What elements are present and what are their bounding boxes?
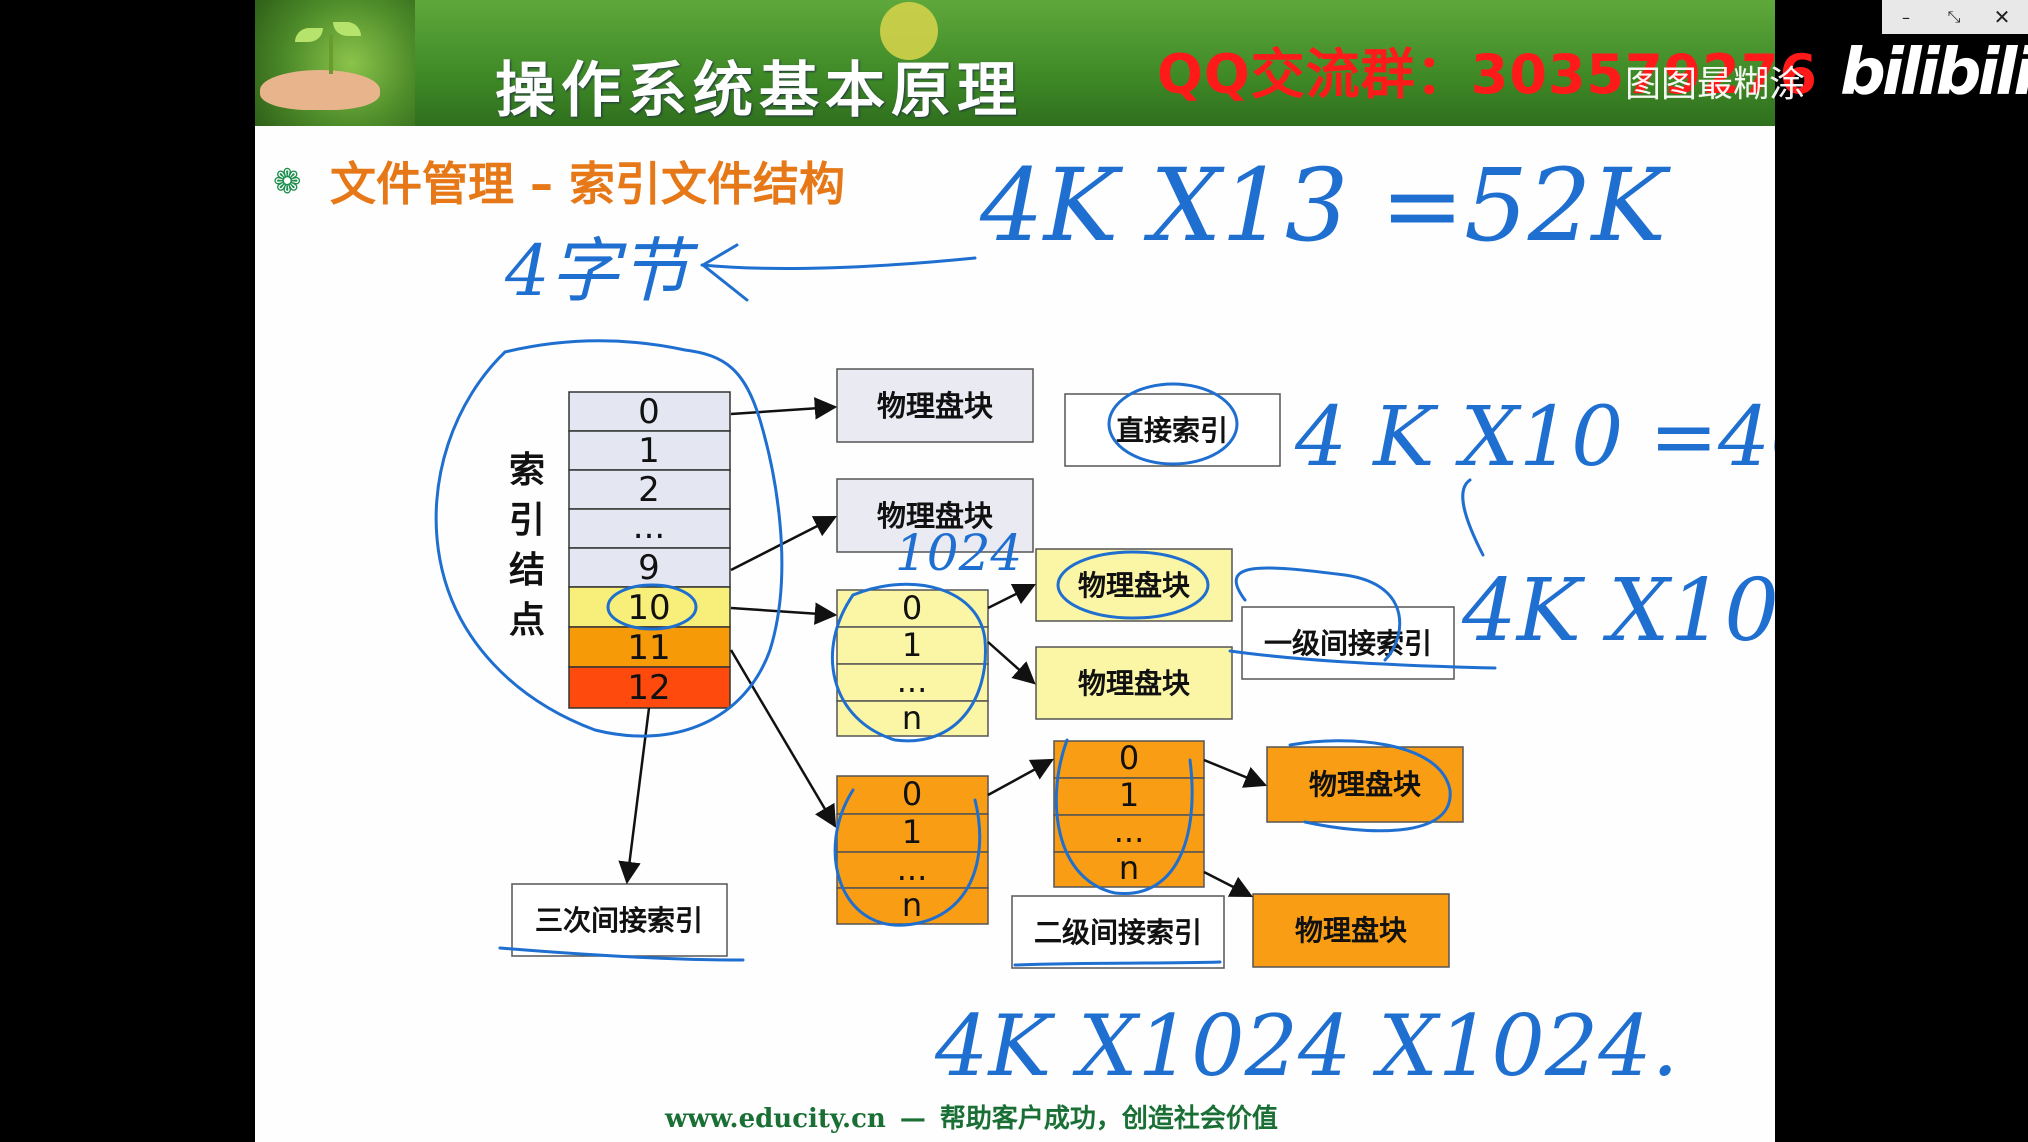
inode-label-char: 点 (509, 600, 545, 641)
arrow (729, 649, 837, 828)
inode-label: 索 引 结 点 (509, 450, 545, 641)
arrow (618, 707, 651, 885)
close-icon: ✕ (1993, 5, 2011, 29)
physical-block-level1-2: 物理盘块 (1035, 646, 1233, 720)
restore-button[interactable]: ⤡ (1930, 0, 1978, 34)
arrow (730, 602, 838, 625)
index-slot-label: ... (897, 662, 928, 700)
inode-label-char: 索 (509, 450, 545, 491)
index-slot-label: n (1119, 849, 1139, 887)
footer-slogan: 帮助客户成功，创造社会价值 (939, 1104, 1278, 1134)
uploader-watermark: 图图最糊涂 (1625, 64, 1806, 105)
inode-slot-label: ... (633, 507, 665, 547)
level2-index-label: 二级间接索引 (1034, 916, 1202, 949)
physical-block-label: 物理盘块 (1078, 569, 1190, 602)
ink-arrow-head (700, 243, 749, 302)
inode-label-char: 结 (509, 550, 545, 591)
arrow (987, 583, 1037, 610)
index-slot-label: 0 (902, 775, 922, 813)
direct-index-label: 直接索引 (1116, 414, 1228, 447)
inode-slot-label: 9 (638, 548, 660, 588)
index-structure-diagram: 索 引 结 点 0 1 2 ... 9 10 11 12 物理盘块 物理盘块 直… (434, 147, 1775, 1095)
index-slot-label: 1 (1119, 776, 1139, 814)
footer-separator: — (899, 1104, 926, 1134)
window-controls: – ⤡ ✕ (1882, 0, 2028, 34)
physical-block-level1-1: 物理盘块 (1035, 548, 1233, 622)
index-slot-label: n (902, 886, 922, 924)
close-button[interactable]: ✕ (1978, 0, 2026, 34)
index-slot-label: n (902, 699, 922, 737)
ink-level1-formula: 4K X1024 (1461, 561, 1775, 661)
ink-direct-formula: 4 K X10 =40K (1294, 390, 1775, 485)
inode-slot-label: 0 (638, 392, 660, 432)
restore-icon: ⤡ (1947, 7, 1961, 26)
ink-count-1024: 1024 (895, 524, 1022, 582)
slide-footer: www.educity.cn — 帮助客户成功，创造社会价值 (665, 1098, 1278, 1135)
physical-block-direct-1: 物理盘块 (836, 368, 1034, 443)
inode-slot-label: 10 (627, 588, 670, 628)
bilibili-logo: bilibili (1840, 36, 2028, 110)
level1-index-label-box: 一级间接索引 (1241, 606, 1455, 680)
level3-index-label: 三次间接索引 (535, 904, 703, 937)
slide: 操作系统基本原理 ❁ 文件管理 – 索引文件结构 索 引 结 点 0 1 2 .… (255, 0, 1775, 1142)
arrow (1203, 870, 1254, 898)
ink-arrow-shaft (700, 256, 977, 271)
inode-slot-label: 12 (627, 668, 670, 708)
index-slot-label: 0 (902, 589, 922, 627)
inode-label-char: 引 (509, 500, 545, 541)
index-slot-label: 0 (1119, 739, 1139, 777)
arrow (987, 641, 1036, 685)
ink-bytes-note: 4字节 (504, 230, 699, 312)
physical-block-level2-2: 物理盘块 (1252, 893, 1450, 968)
level3-index-label-box: 三次间接索引 (511, 883, 728, 957)
physical-block-label: 物理盘块 (1078, 667, 1190, 700)
index-slot-label: 1 (902, 626, 922, 664)
arrow (730, 397, 838, 420)
physical-block-label: 物理盘块 (877, 389, 993, 423)
minimize-button[interactable]: – (1882, 0, 1930, 34)
physical-block-label: 物理盘块 (1309, 768, 1421, 801)
inode-slot-label: 1 (638, 431, 660, 471)
direct-index-label-box: 直接索引 (1064, 393, 1281, 467)
index-slot-label: ... (1114, 812, 1145, 850)
physical-block-level2-1: 物理盘块 (1266, 746, 1464, 823)
ink-level2-formula: 4K X1024 X1024. (934, 997, 1678, 1095)
footer-site: www.educity.cn (665, 1104, 886, 1134)
arrow (1203, 758, 1268, 788)
index-slot-label: ... (897, 850, 928, 888)
index-slot-label: 1 (902, 813, 922, 851)
ink-top-formula: 4K X13 =52K (979, 147, 1671, 264)
arrow (987, 758, 1054, 797)
minimize-icon: – (1902, 7, 1910, 27)
inode-slot-label: 11 (627, 628, 670, 668)
physical-block-label: 物理盘块 (1295, 914, 1407, 947)
ink-tick (1461, 478, 1485, 557)
level1-index-label: 一级间接索引 (1264, 627, 1432, 660)
inode-slot-label: 2 (638, 470, 660, 510)
level2-index-label-box: 二级间接索引 (1011, 895, 1225, 969)
